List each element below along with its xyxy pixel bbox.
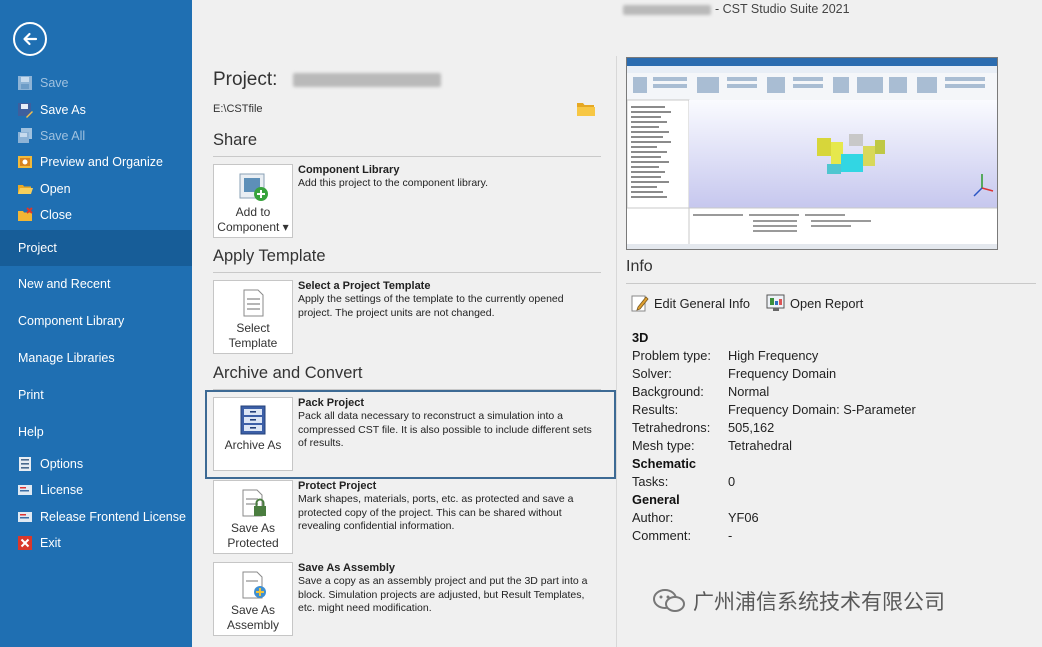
options-button[interactable]: Options [0,451,192,477]
edit-pencil-icon [630,293,650,313]
info-panel: - CST Studio Suite 2021 Info Edit Genera… [617,0,1042,647]
report-icon [766,293,786,313]
info-group-schematic: Schematic [632,456,697,471]
add-component-icon [237,172,269,202]
archive-as-button[interactable]: Archive As [213,397,293,471]
back-arrow-icon [23,32,38,46]
project-preview-thumbnail [626,57,998,250]
add-to-component-button[interactable]: Add to Component ▾ [213,164,293,238]
exit-button[interactable]: Exit [0,530,192,556]
info-row-tetrahedrons: Tetrahedrons: 505,162 [632,420,775,435]
project-path: E:\CSTfile [213,103,263,115]
open-folder-icon [17,181,33,197]
release-frontend-license-button[interactable]: Release Frontend License [0,504,192,530]
info-group-3d: 3D [632,330,649,345]
backstage-sidebar: Save Save As Save All Preview and Organi… [0,0,192,647]
nav-project[interactable]: Project [0,230,192,266]
preview-and-organize-button[interactable]: Preview and Organize [0,149,192,175]
info-row-problem-type: Problem type: High Frequency [632,348,819,363]
info-row-solver: Solver: Frequency Domain [632,366,837,381]
edit-general-info-button[interactable]: Edit General Info [630,293,750,313]
template-icon [237,288,269,318]
nav-new-and-recent[interactable]: New and Recent [0,266,192,302]
save-as-assembly-button[interactable]: Save As Assembly [213,562,293,636]
info-row-results: Results: Frequency Domain: S-Parameter [632,402,916,417]
archive-cabinet-icon [237,405,269,435]
info-heading: Info [626,258,653,275]
redacted-project-name [292,72,441,87]
preview-icon [17,154,33,170]
close-button[interactable]: Close [0,202,192,228]
select-template-description: Select a Project Template Apply the sett… [298,280,564,319]
nav-help[interactable]: Help [0,414,192,450]
save-as-protected-button[interactable]: Save As Protected [213,480,293,554]
share-divider [213,156,601,157]
assembly-document-icon [237,570,269,600]
license-button[interactable]: License [0,477,192,503]
back-button[interactable] [13,22,47,56]
info-divider [626,283,1036,284]
protected-document-icon [237,488,269,518]
nav-print[interactable]: Print [0,377,192,413]
exit-icon [17,535,33,551]
watermark: 广州浦信系统技术有限公司 [651,586,945,616]
close-folder-icon [17,207,33,223]
options-icon [17,456,33,472]
wechat-logo-icon [651,587,687,615]
select-template-button[interactable]: Select Template [213,280,293,354]
project-heading: Project: [213,69,441,91]
license-icon [17,482,33,498]
save-all-button[interactable]: Save All [0,123,192,149]
open-button[interactable]: Open [0,176,192,202]
archive-and-convert-heading: Archive and Convert [213,364,363,382]
apply-template-heading: Apply Template [213,247,326,265]
redacted-file-name [623,4,711,15]
release-license-icon [17,509,33,525]
protect-project-description: Protect Project Mark shapes, materials, … [298,480,574,533]
nav-manage-libraries[interactable]: Manage Libraries [0,340,192,376]
apply-template-divider [213,272,601,273]
component-library-description: Component Library Add this project to th… [298,164,489,190]
open-report-button[interactable]: Open Report [766,293,863,313]
save-as-assembly-description: Save As Assembly Save a copy as an assem… [298,562,588,615]
info-row-tasks: Tasks: 0 [632,474,736,489]
project-panel: Project: E:\CSTfile Share Add to Compone… [192,0,616,647]
save-as-button[interactable]: Save As [0,97,192,123]
save-all-icon [17,128,33,144]
save-icon [17,75,33,91]
info-row-mesh-type: Mesh type: Tetrahedral [632,438,793,453]
save-button[interactable]: Save [0,70,192,96]
share-heading: Share [213,131,258,149]
info-row-comment: Comment: - [632,528,733,543]
info-group-general: General [632,492,680,507]
save-as-icon [17,102,33,118]
nav-component-library[interactable]: Component Library [0,303,192,339]
pack-project-description: Pack Project Pack all data necessary to … [298,397,592,450]
info-row-background: Background: Normal [632,384,770,399]
open-folder-location-icon[interactable] [576,100,596,122]
window-title: - CST Studio Suite 2021 [623,2,850,16]
info-row-author: Author: YF06 [632,510,759,525]
